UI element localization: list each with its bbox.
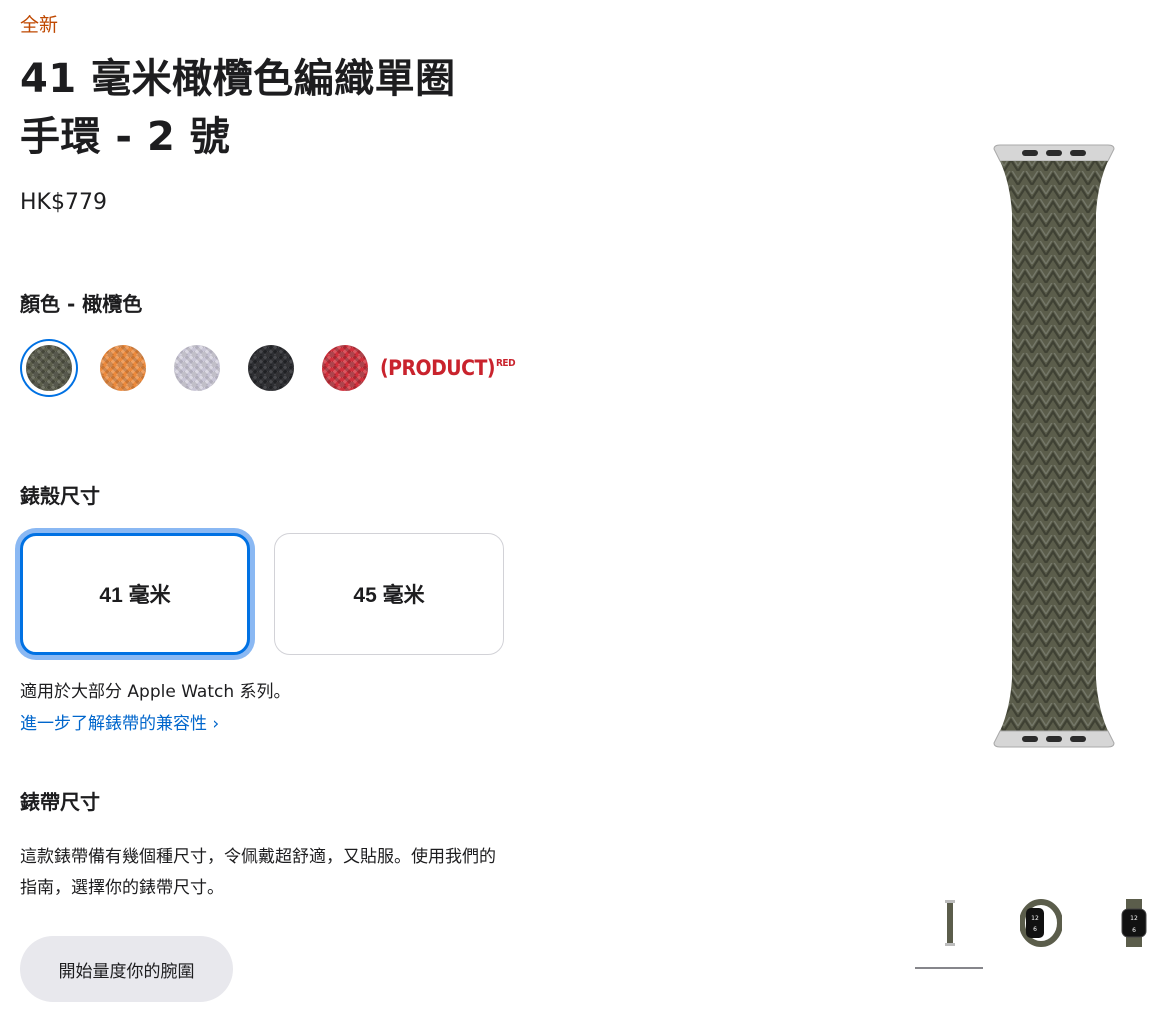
case-size-label: 錶殼尺寸 [20,484,100,508]
case-size-45mm-button[interactable]: 45 毫米 [274,533,504,655]
band-size-description: 這款錶帶備有幾個種尺寸，令佩戴超舒適，又貼服。使用我們的指南，選擇你的錶帶尺寸。 [20,847,496,898]
product-red-sup: RED [496,358,516,369]
product-title-line1: 41 毫米橄欖色編織單圈 [20,56,456,102]
band-size-label: 錶帶尺寸 [20,790,100,814]
measure-wrist-button[interactable]: 開始量度你的腕圍 [20,936,233,1002]
learn-compatibility-link[interactable]: 進一步了解錶帶的兼容性 › [20,709,219,734]
product-price: HK$779 [20,190,107,215]
swatch-red[interactable] [322,345,368,391]
swatch-black[interactable] [248,345,294,391]
product-title-line2: 手環 - 2 號 [20,114,231,160]
svg-text:12: 12 [1031,915,1039,922]
thumbnail-watch-side[interactable]: 12 6 [1019,898,1063,952]
product-red-logo: (PRODUCT) RED [380,356,516,380]
band-product-image [990,143,1118,753]
color-label: 顏色 - 橄欖色 [20,292,143,316]
swatch-orange[interactable] [100,345,146,391]
thumbnail-watch-front[interactable]: 12 6 [1118,898,1150,952]
product-title: 41 毫米橄欖色編織單圈 手環 - 2 號 [20,50,540,166]
svg-text:6: 6 [1033,926,1037,933]
thumbnail-selected-indicator [915,967,983,969]
compatibility-text: 適用於大部分 Apple Watch 系列。 [20,682,291,702]
thumbnail-band[interactable] [940,898,960,952]
swatch-lavender[interactable] [174,345,220,391]
color-swatches: (PRODUCT) RED [18,345,516,391]
svg-text:12: 12 [1130,915,1138,922]
swatch-olive[interactable] [26,345,72,391]
case-size-41mm-button[interactable]: 41 毫米 [20,533,250,655]
new-badge: 全新 [20,14,59,36]
product-red-text: (PRODUCT) [380,356,496,380]
svg-text:6: 6 [1132,927,1136,934]
